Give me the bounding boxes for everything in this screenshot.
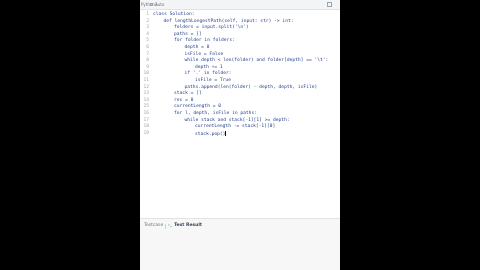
tab-test-result-label: Test Result [174, 223, 203, 228]
code-text: while depth < len(folder) and folder[dep… [184, 58, 329, 64]
code-line[interactable]: 1 class Solution: [140, 12, 340, 19]
tab-test-result[interactable]: ›_ Test Result [168, 223, 202, 228]
line-number: 10 [143, 71, 149, 77]
line-number: 13 [143, 91, 149, 97]
code-text: isFile = True [195, 78, 231, 83]
code-area[interactable]: 1 class Solution: 2 def lengthLongestPath(s… [140, 12, 340, 212]
code-line[interactable]: 15 currentLength = 0 [140, 104, 340, 111]
line-number: 11 [143, 78, 149, 83]
code-line[interactable]: 13 stack = [] [140, 91, 340, 98]
code-line[interactable]: 11 isFile = True [140, 78, 340, 85]
console-panel: Testcase ›_ Test Result [140, 218, 340, 270]
code-text: for folder in folders: [174, 38, 235, 44]
code-editor-panel: Python3 Auto 1 class Solution: 2 def length… [140, 0, 340, 270]
line-number: 5 [146, 38, 149, 44]
code-line[interactable]: 10 if '.' in folder: [140, 71, 340, 78]
code-line[interactable]: 3 folders = input.split('\n') [140, 25, 340, 32]
code-text: stack = [] [174, 91, 202, 97]
code-line[interactable]: 14 res = 0 [140, 98, 340, 105]
code-line[interactable]: 4 paths = [] [140, 32, 340, 39]
code-text: currentLength = 0 [174, 104, 222, 110]
terminal-icon: ›_ [168, 223, 173, 228]
line-number: 6 [146, 45, 149, 50]
code-text: stack.pop() [195, 130, 227, 137]
line-number: 1 [146, 12, 149, 17]
code-line[interactable]: 19 stack.pop() [140, 130, 340, 138]
code-text: currentLength -= stack[-1][0] [195, 124, 276, 130]
expand-icon[interactable] [327, 1, 332, 7]
line-number: 15 [143, 104, 149, 110]
code-line[interactable]: 5 for folder in folders: [140, 38, 340, 45]
code-line[interactable]: 8 while depth < len(folder) and folder[de… [140, 58, 340, 65]
lock-icon [150, 3, 153, 6]
code-text: folders = input.split('\n') [174, 25, 249, 31]
tab-divider [165, 224, 166, 229]
tab-testcase[interactable]: Testcase [144, 223, 163, 228]
line-number: 3 [146, 25, 149, 31]
code-text: if '.' in folder: [184, 71, 232, 77]
auto-mode-tab[interactable]: Auto [150, 2, 164, 7]
line-number: 8 [146, 58, 149, 64]
code-line[interactable]: 16 for l, depth, isFile in paths: [140, 111, 340, 118]
code-line[interactable]: 9 depth += 1 [140, 65, 340, 72]
code-text: paths.append(len(folder) - depth, depth,… [184, 84, 318, 90]
auto-mode-label: Auto [155, 2, 165, 7]
line-number: 16 [143, 111, 149, 116]
line-number: 19 [143, 130, 149, 136]
code-text: for l, depth, isFile in paths: [174, 111, 257, 116]
editor-tab-bar: Python3 Auto [140, 0, 340, 10]
line-number: 18 [143, 124, 149, 130]
code-line[interactable]: 12 paths.append(len(folder) - depth, dept… [140, 85, 340, 92]
code-text: depth = 0 [184, 45, 210, 50]
code-line[interactable]: 18 currentLength -= stack[-1][0] [140, 124, 340, 131]
code-line[interactable]: 6 depth = 0 [140, 45, 340, 52]
code-text: class Solution: [153, 12, 195, 17]
text-cursor [225, 130, 227, 136]
